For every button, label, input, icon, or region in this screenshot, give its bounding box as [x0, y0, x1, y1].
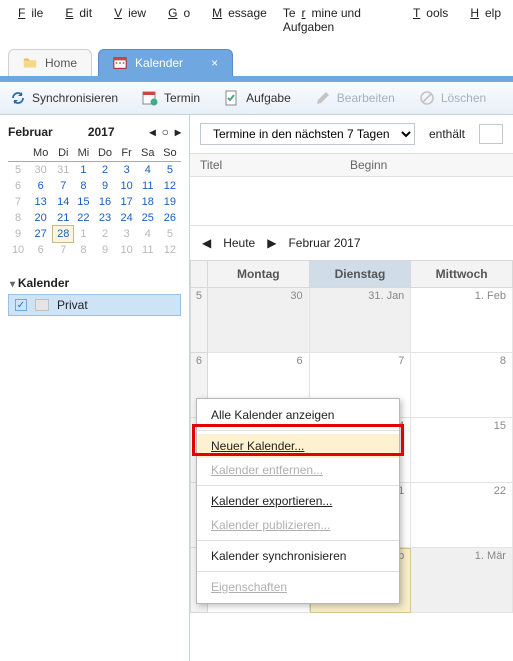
ctx-properties: Eigenschaften [197, 575, 399, 599]
minical-year: 2017 [88, 125, 115, 139]
filter-contains-label: enthält [429, 127, 465, 141]
ctx-show-all[interactable]: Alle Kalender anzeigen [197, 403, 399, 427]
sidebar: Februar 2017 ◂ ○ ▸ MoDiMiDoFrSaSo5303112… [0, 115, 190, 661]
menu-tools[interactable]: Tools [401, 4, 454, 36]
minical-next[interactable]: ▸ [175, 125, 181, 139]
delete-button: Löschen [419, 90, 486, 106]
col-beginn[interactable]: Beginn [340, 154, 397, 176]
nav-today[interactable]: Heute [223, 236, 255, 250]
task-icon [224, 90, 240, 106]
sync-button[interactable]: Synchronisieren [10, 90, 118, 106]
sync-label: Synchronisieren [32, 91, 118, 105]
list-header: Titel Beginn [190, 154, 513, 177]
filter-bar: Termine in den nächsten 7 Tagen enthält [190, 115, 513, 154]
termin-button[interactable]: Termin [142, 90, 200, 106]
nav-month-label: Februar 2017 [288, 236, 360, 250]
delete-label: Löschen [441, 91, 486, 105]
tab-kalender-label: Kalender [135, 56, 183, 70]
col-titel[interactable]: Titel [190, 154, 340, 176]
calendar-item-privat[interactable]: ✓ Privat [8, 294, 181, 316]
folder-icon [23, 56, 37, 70]
sync-icon [10, 90, 26, 106]
ctx-new-calendar[interactable]: Neuer Kalender... [197, 434, 399, 458]
aufgabe-label: Aufgabe [246, 91, 291, 105]
ctx-publish-calendar: Kalender publizieren... [197, 513, 399, 537]
checkbox-icon[interactable]: ✓ [15, 299, 27, 311]
calendar-icon [113, 56, 127, 70]
delete-icon [419, 90, 435, 106]
toolbar: Synchronisieren Termin Aufgabe Bearbeite… [0, 82, 513, 115]
date-nav: ◀ Heute ▶ Februar 2017 [190, 225, 513, 260]
menu-termine[interactable]: Termine und Aufgaben [277, 4, 397, 36]
edit-button: Bearbeiten [315, 90, 395, 106]
minical-prev[interactable]: ◂ [150, 125, 156, 139]
nav-prev-icon[interactable]: ◀ [202, 236, 211, 250]
menu-go[interactable]: Go [156, 4, 196, 36]
close-icon[interactable]: × [211, 56, 218, 70]
ctx-remove-calendar: Kalender entfernen... [197, 458, 399, 482]
aufgabe-button[interactable]: Aufgabe [224, 90, 291, 106]
tab-home-label: Home [45, 56, 77, 70]
event-icon [142, 90, 158, 106]
menu-file[interactable]: File [6, 4, 49, 36]
tab-bar: Home Kalender × [0, 40, 513, 76]
menu-view[interactable]: View [102, 4, 152, 36]
minical-today-dot[interactable]: ○ [162, 125, 169, 139]
tab-home[interactable]: Home [8, 49, 92, 76]
mini-calendar[interactable]: MoDiMiDoFrSaSo53031123456678910111271314… [8, 145, 181, 258]
termin-label: Termin [164, 91, 200, 105]
tab-kalender[interactable]: Kalender × [98, 49, 233, 76]
nav-next-icon[interactable]: ▶ [267, 236, 276, 250]
filter-select[interactable]: Termine in den nächsten 7 Tagen [200, 123, 415, 145]
menu-help[interactable]: Help [458, 4, 507, 36]
ctx-export-calendar[interactable]: Kalender exportieren... [197, 489, 399, 513]
ctx-sync-calendar[interactable]: Kalender synchronisieren [197, 544, 399, 568]
menu-edit[interactable]: Edit [53, 4, 98, 36]
color-swatch [35, 299, 49, 311]
menu-message[interactable]: Message [200, 4, 273, 36]
calendar-item-label: Privat [57, 298, 88, 312]
context-menu: Alle Kalender anzeigen Neuer Kalender...… [196, 398, 400, 604]
edit-label: Bearbeiten [337, 91, 395, 105]
filter-input[interactable] [479, 124, 503, 144]
menu-bar: File Edit View Go Message Termine und Au… [0, 0, 513, 40]
minical-header: Februar 2017 ◂ ○ ▸ [8, 123, 181, 145]
pencil-icon [315, 90, 331, 106]
minical-month: Februar [8, 125, 53, 139]
calendar-section-header[interactable]: Kalender [8, 272, 181, 294]
